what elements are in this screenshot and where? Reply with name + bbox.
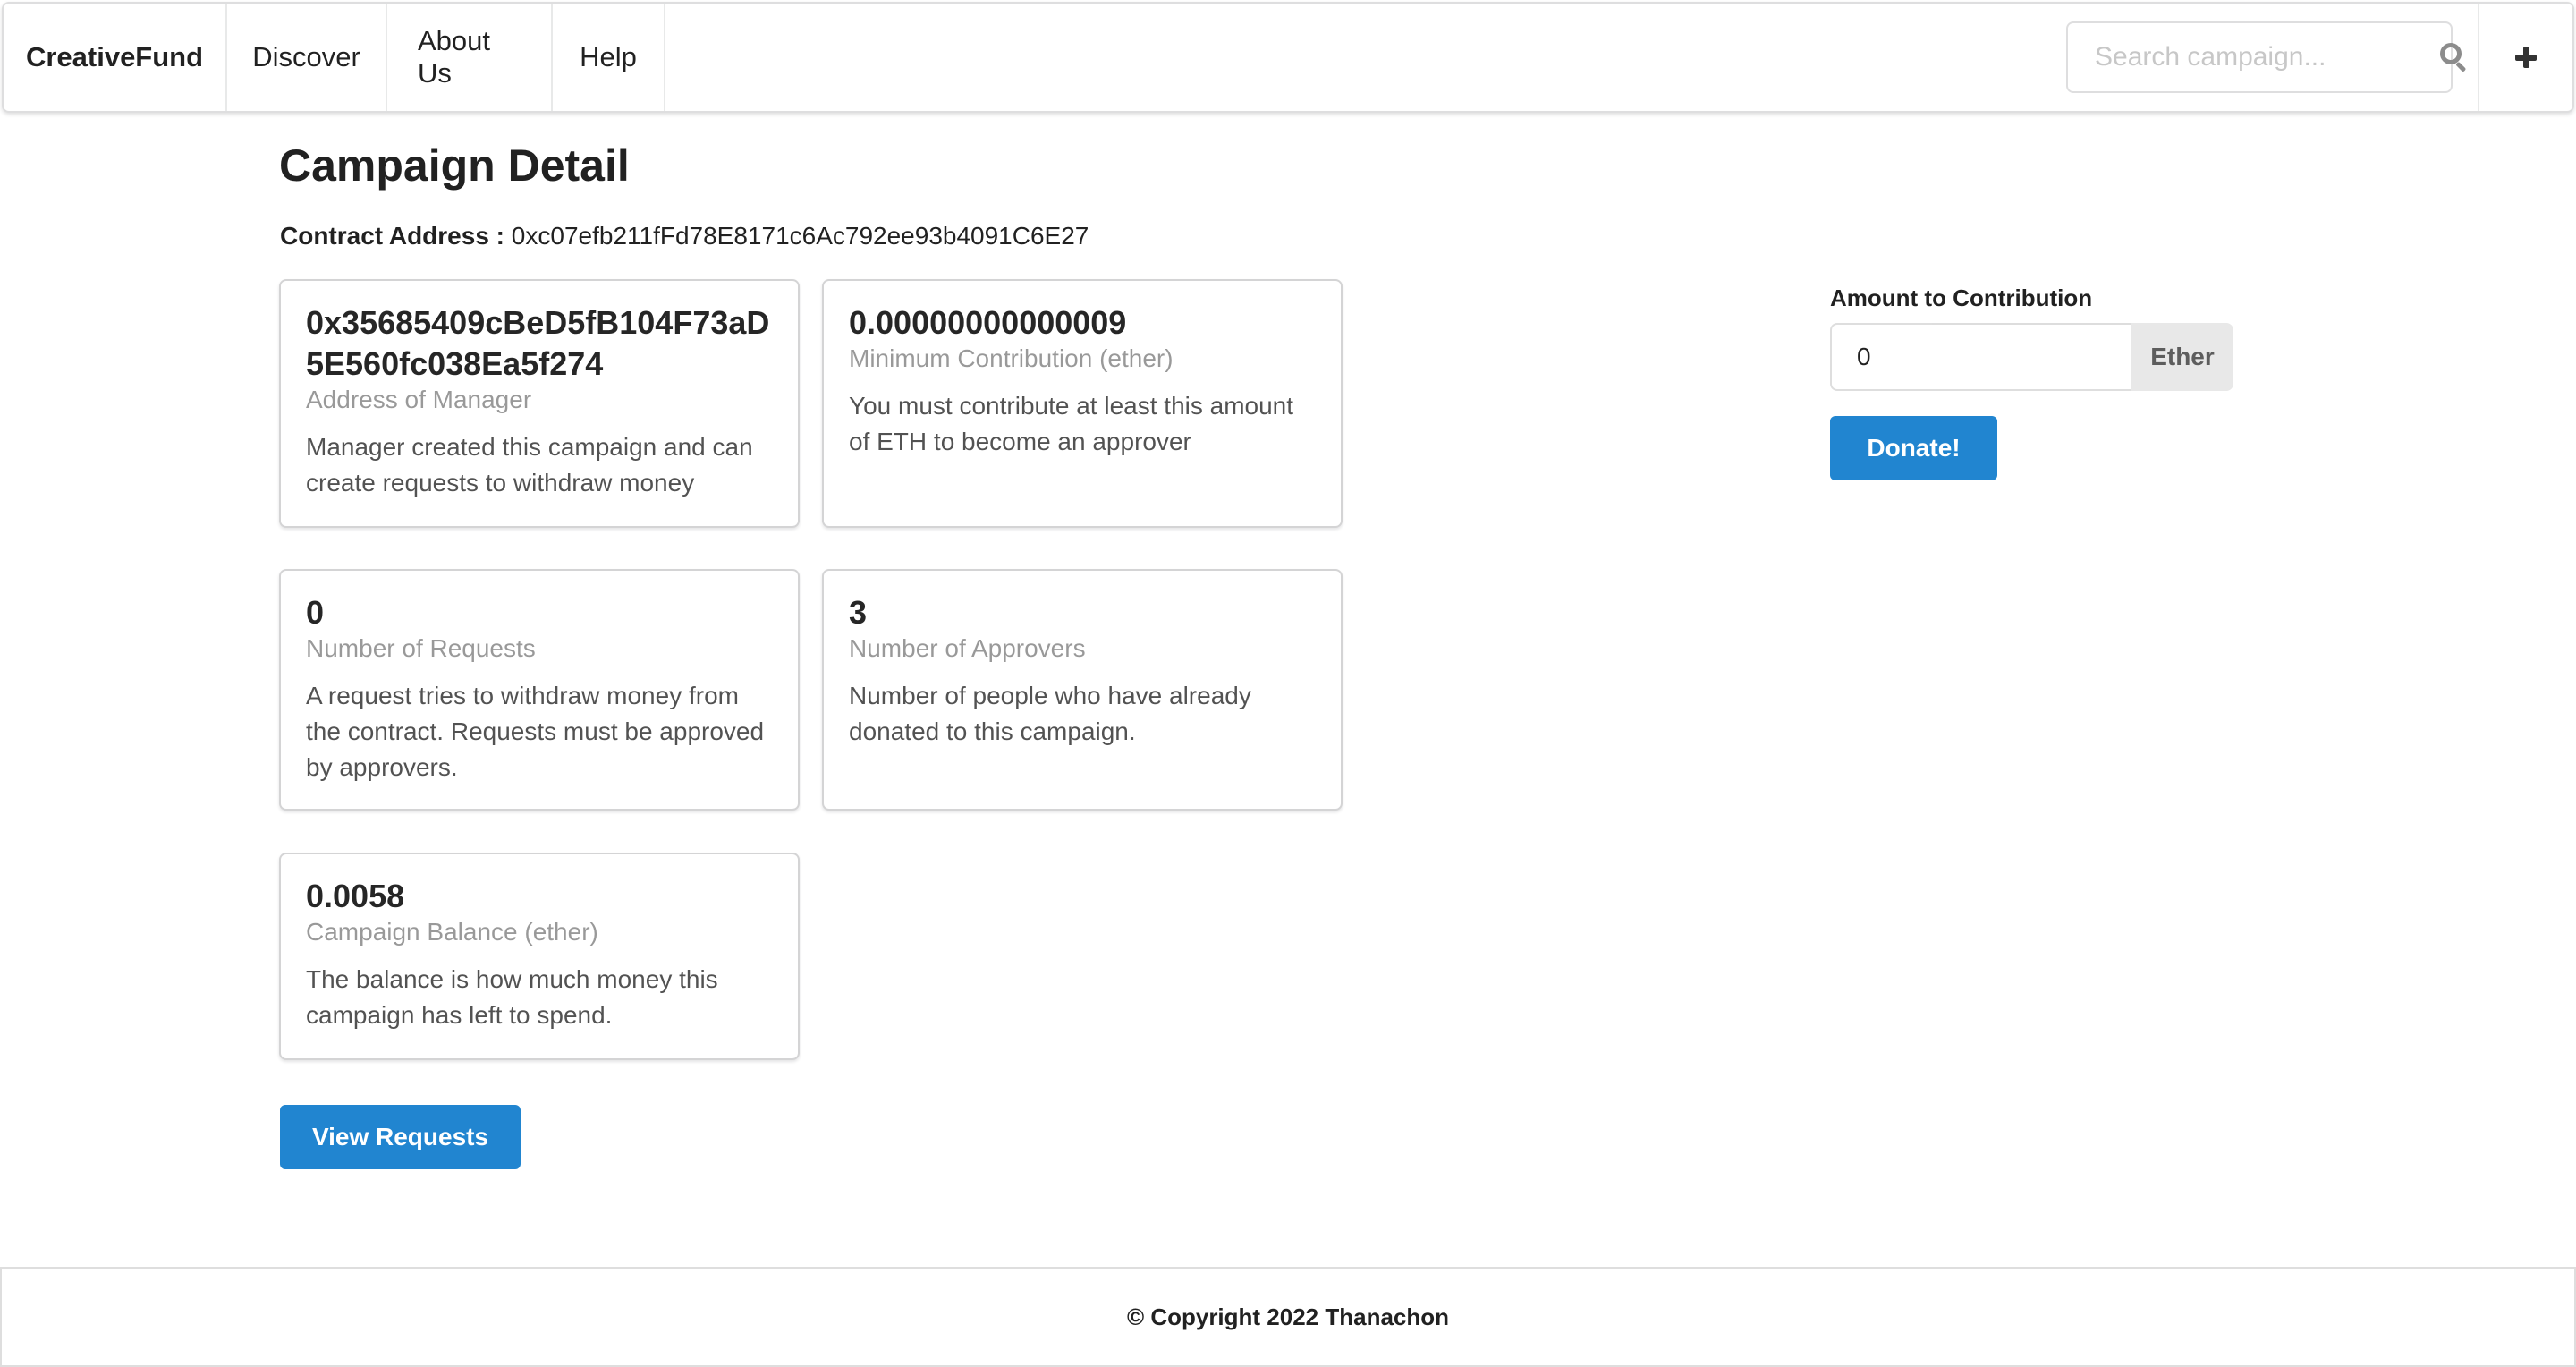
approvers-card: 3 Number of Approvers Number of people w… [822, 569, 1343, 811]
manager-address: 0x35685409cBeD5fB104F73aD5E560fc038Ea5f2… [306, 304, 770, 382]
donate-button[interactable]: Donate! [1830, 416, 1997, 480]
minimum-contribution-value: 0.00000000000009 [849, 304, 1127, 341]
contribution-amount-input[interactable] [1830, 323, 2131, 391]
requests-count: 0 [306, 594, 325, 631]
manager-card: 0x35685409cBeD5fB104F73aD5E560fc038Ea5f2… [279, 279, 800, 528]
requests-meta: Number of Requests [306, 634, 536, 662]
footer: © Copyright 2022 Thanachon [0, 1267, 2576, 1367]
minimum-contribution-description: You must contribute at least this amount… [849, 392, 1294, 455]
contribution-input-group: Ether [1830, 323, 2233, 391]
top-navbar: CreativeFund Discover About Us Help [2, 2, 2574, 113]
plus-icon [2515, 47, 2537, 68]
approvers-meta: Number of Approvers [849, 634, 1086, 662]
search-icon-handle [2455, 61, 2467, 72]
view-requests-button[interactable]: View Requests [280, 1105, 521, 1169]
search-input[interactable] [2095, 42, 2440, 72]
balance-meta: Campaign Balance (ether) [306, 918, 598, 946]
page-title: Campaign Detail [279, 140, 630, 191]
contract-address-line: Contract Address : 0xc07efb211fFd78E8171… [280, 222, 1089, 250]
minimum-contribution-card: 0.00000000000009 Minimum Contribution (e… [822, 279, 1343, 528]
add-campaign-button[interactable] [2479, 4, 2572, 111]
contract-address-label: Contract Address : [280, 222, 505, 250]
balance-description: The balance is how much money this campa… [306, 965, 718, 1029]
minimum-contribution-meta: Minimum Contribution (ether) [849, 344, 1174, 372]
balance-card: 0.0058 Campaign Balance (ether) The bala… [279, 853, 800, 1060]
brand-link[interactable]: CreativeFund [4, 4, 227, 111]
search-box [2066, 21, 2467, 93]
approvers-description: Number of people who have already donate… [849, 682, 1251, 745]
search-container [2066, 4, 2479, 111]
requests-description: A request tries to withdraw money from t… [306, 682, 765, 781]
nav-item-about-us[interactable]: About Us [387, 4, 553, 111]
contract-address-value: 0xc07efb211fFd78E8171c6Ac792ee93b4091C6E… [511, 222, 1089, 250]
nav-item-discover[interactable]: Discover [227, 4, 387, 111]
contribution-label: Amount to Contribution [1830, 284, 2093, 311]
copyright-text: © Copyright 2022 Thanachon [1126, 1303, 1450, 1330]
manager-description: Manager created this campaign and can cr… [306, 433, 753, 497]
approvers-count: 3 [849, 594, 868, 631]
nav-item-help[interactable]: Help [553, 4, 665, 111]
manager-meta: Address of Manager [306, 386, 532, 413]
ether-unit-label: Ether [2131, 323, 2233, 391]
balance-value: 0.0058 [306, 878, 405, 914]
requests-card: 0 Number of Requests A request tries to … [279, 569, 800, 811]
